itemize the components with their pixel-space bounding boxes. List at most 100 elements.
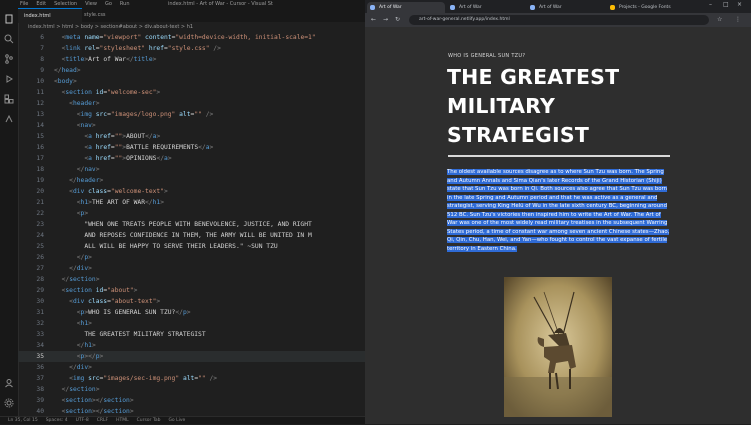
line-number: 6 <box>40 34 44 41</box>
code-line[interactable]: 28 </section> <box>18 274 365 285</box>
back-arrow-icon[interactable]: ← <box>371 16 376 23</box>
tab-style-css[interactable]: style.css <box>78 8 138 22</box>
browser-tab[interactable]: Projects - Google Fonts <box>607 2 693 13</box>
line-number: 10 <box>36 78 44 85</box>
line-number: 40 <box>36 408 44 415</box>
menu-bar[interactable]: File Edit Selection View Go Run <box>20 1 138 7</box>
tab-index-html[interactable]: index.html <box>18 8 82 23</box>
code-line[interactable]: 20 <div class="welcome-text"> <box>18 186 365 197</box>
code-text: </nav> <box>76 166 100 173</box>
code-line[interactable]: 36 </div> <box>18 362 365 373</box>
account-icon[interactable] <box>3 378 15 390</box>
line-number: 11 <box>36 89 44 96</box>
code-line[interactable]: 8 <title>Art of War</title> <box>18 54 365 65</box>
code-line[interactable]: 38 </section> <box>18 384 365 395</box>
code-line[interactable]: 16 <a href="">BATTLE REQUIREMENTS</a> <box>18 142 365 153</box>
status-item[interactable]: Spaces: 4 <box>46 418 68 423</box>
code-text: </head> <box>54 67 81 74</box>
breadcrumb[interactable]: index.html > html > body > section#about… <box>18 22 365 32</box>
code-text: </header> <box>69 177 104 184</box>
line-number: 30 <box>36 298 44 305</box>
menu-item[interactable]: Selection <box>54 1 77 7</box>
status-item[interactable]: Ln 35, Col 15 <box>8 418 38 423</box>
code-line[interactable]: 22 <p> <box>18 208 365 219</box>
code-line[interactable]: 24 AND REPOSES CONFIDENCE IN THEM, THE A… <box>18 230 365 241</box>
run-debug-icon[interactable] <box>3 74 15 86</box>
code-line[interactable]: 10 <body> <box>18 76 365 87</box>
forward-arrow-icon[interactable]: → <box>383 16 388 23</box>
line-number: 17 <box>36 155 44 162</box>
menu-item[interactable]: Edit <box>36 1 46 7</box>
line-number: 37 <box>36 375 44 382</box>
browser-tab[interactable]: Art of War <box>527 2 605 13</box>
code-line[interactable]: 6 <meta name="viewport" content="width=d… <box>18 32 365 43</box>
code-text: <a href="">OPINIONS</a> <box>84 155 172 162</box>
browser-tab[interactable]: Art of War <box>447 2 525 13</box>
maximize-icon[interactable]: □ <box>723 1 729 8</box>
close-icon[interactable]: × <box>737 1 742 8</box>
code-line[interactable]: 35 <p></p> <box>18 351 365 362</box>
code-line[interactable]: 29 <section id="about"> <box>18 285 365 296</box>
browser-tab-strip: Art of War Art of War Art of War Project… <box>365 0 751 13</box>
source-control-icon[interactable] <box>3 54 15 66</box>
menu-item[interactable]: Go <box>105 1 112 7</box>
code-text: <meta name="viewport" content="width=dev… <box>61 34 316 41</box>
code-text: </div> <box>69 265 92 272</box>
address-bar[interactable]: art-of-war-general.netlify.app/index.htm… <box>409 15 709 25</box>
browser-toolbar: ← → ↻ art-of-war-general.netlify.app/ind… <box>365 13 751 27</box>
code-line[interactable]: 13 <img src="images/logo.png" alt="" /> <box>18 109 365 120</box>
reload-icon[interactable]: ↻ <box>395 16 400 23</box>
code-line[interactable]: 31 <p>WHO IS GENERAL SUN TZU?</p> <box>18 307 365 318</box>
code-line[interactable]: 19 </header> <box>18 175 365 186</box>
code-text: <p></p> <box>76 353 104 360</box>
explorer-icon[interactable] <box>3 14 15 26</box>
code-line[interactable]: 30 <div class="about-text"> <box>18 296 365 307</box>
line-number: 9 <box>40 67 44 74</box>
code-line[interactable]: 39 <section></section> <box>18 395 365 406</box>
bookmark-star-icon[interactable]: ☆ <box>717 16 722 23</box>
menu-item[interactable]: Run <box>120 1 130 7</box>
window-title: index.html - Art of War - Cursor - Visua… <box>168 1 273 7</box>
about-paragraph[interactable]: The oldest available sources disagree as… <box>447 168 672 253</box>
code-line[interactable]: 27 </div> <box>18 263 365 274</box>
code-line[interactable]: 11 <section id="welcome-sec"> <box>18 87 365 98</box>
code-line[interactable]: 25 ALL WILL BE HAPPY TO SERVE THEIR LEAD… <box>18 241 365 252</box>
code-line[interactable]: 21 <h1>THE ART OF WAR</h1> <box>18 197 365 208</box>
browser-tab-label: Projects - Google Fonts <box>619 5 671 10</box>
code-line[interactable]: 23 "WHEN ONE TREATS PEOPLE WITH BENEVOLE… <box>18 219 365 230</box>
search-icon[interactable] <box>3 34 15 46</box>
code-text: </div> <box>69 364 92 371</box>
code-line[interactable]: 15 <a href="">ABOUT</a> <box>18 131 365 142</box>
minimize-icon[interactable]: – <box>709 1 712 8</box>
line-number: 32 <box>36 320 44 327</box>
status-item[interactable]: Go Live <box>168 418 185 423</box>
code-line[interactable]: 9 </head> <box>18 65 365 76</box>
code-line[interactable]: 14 <nav> <box>18 120 365 131</box>
menu-item[interactable]: View <box>85 1 97 7</box>
browser-tab[interactable]: Art of War <box>367 2 445 13</box>
code-text: <img src="images/logo.png" alt="" /> <box>76 111 214 118</box>
code-line[interactable]: 12 <header> <box>18 98 365 109</box>
web-page: WHO IS GENERAL SUN TZU? THE GREATEST MIL… <box>365 27 751 424</box>
status-item[interactable]: UTF-8 <box>76 418 89 423</box>
code-line[interactable]: 17 <a href="">OPINIONS</a> <box>18 153 365 164</box>
remote-icon[interactable] <box>3 114 15 126</box>
menu-item[interactable]: File <box>20 1 28 7</box>
code-area[interactable]: 6 <meta name="viewport" content="width=d… <box>18 32 365 416</box>
code-line[interactable]: 26 </p> <box>18 252 365 263</box>
line-number: 34 <box>36 342 44 349</box>
code-line[interactable]: 18 </nav> <box>18 164 365 175</box>
status-item[interactable]: CRLF <box>97 418 108 423</box>
code-line[interactable]: 33 THE GREATEST MILITARY STRATEGIST <box>18 329 365 340</box>
code-line[interactable]: 7 <link rel="stylesheet" href="style.css… <box>18 43 365 54</box>
code-line[interactable]: 40 <section></section> <box>18 406 365 416</box>
settings-gear-icon[interactable] <box>3 398 15 410</box>
extensions-icon[interactable] <box>3 94 15 106</box>
status-item[interactable]: Cursor Tab <box>137 418 161 423</box>
code-line[interactable]: 32 <h1> <box>18 318 365 329</box>
code-line[interactable]: 37 <img src="images/sec-img.png" alt="" … <box>18 373 365 384</box>
code-line[interactable]: 34 </h1> <box>18 340 365 351</box>
activity-bar <box>0 8 19 416</box>
status-item[interactable]: HTML <box>116 418 129 423</box>
menu-dots-icon[interactable]: ⋮ <box>735 16 741 23</box>
